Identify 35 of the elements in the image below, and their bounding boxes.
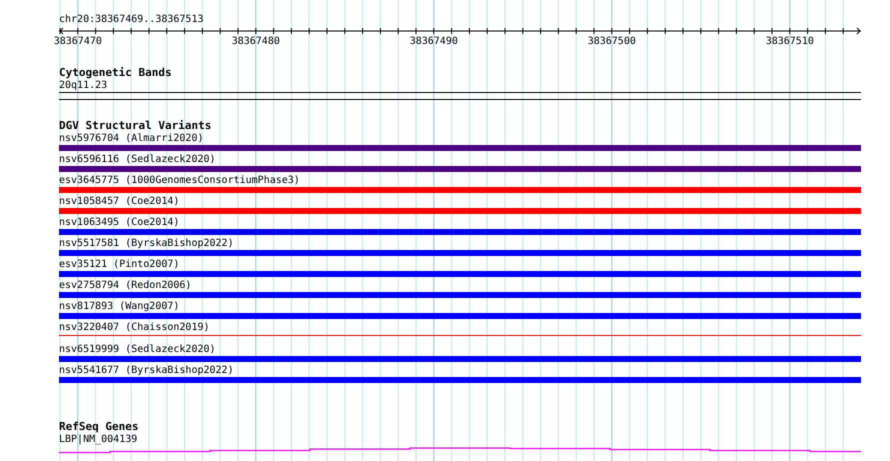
gene-label[interactable]: LBP|NM_004139 [59,433,138,446]
variant-bar[interactable] [59,145,861,151]
variant-bar[interactable] [59,356,861,362]
variant-bar[interactable] [59,208,861,214]
variant-bar[interactable] [59,250,861,256]
variant-bar[interactable] [59,187,861,193]
variant-label[interactable]: nsv817893 (Wang2007) [59,300,180,313]
variant-label[interactable]: nsv6596116 (Sedlazeck2020) [59,153,216,166]
variant-label[interactable]: esv3645775 (1000GenomesConsortiumPhase3) [59,174,300,187]
variant-label[interactable]: esv2758794 (Redon2006) [59,279,192,292]
tick-label: 38367470 [54,36,102,47]
tick-label: 38367490 [410,36,458,47]
track-title: DGV Structural Variants [59,119,212,132]
variant-label[interactable]: nsv5517581 (ByrskaBishop2022) [59,237,234,250]
variant-bar[interactable] [59,271,861,277]
tick-label: 38367500 [588,36,636,47]
variant-label[interactable]: nsv1058457 (Coe2014) [59,195,180,208]
region-coordinates: chr20:38367469..38367513 [59,13,204,26]
gene-line[interactable] [59,447,861,454]
variant-bar[interactable] [59,229,861,235]
variant-bar[interactable] [59,377,861,383]
variant-bar[interactable] [59,292,861,298]
variant-label[interactable]: nsv1063495 (Coe2014) [59,216,180,229]
variant-label[interactable]: esv35121 (Pinto2007) [59,258,180,271]
tick-label: 38367480 [232,36,280,47]
variant-label[interactable]: nsv6519999 (Sedlazeck2020) [59,343,216,356]
band-label: 20q11.23 [59,79,108,92]
variant-label[interactable]: nsv5541677 (ByrskaBishop2022) [59,364,234,377]
tick-label: 38367510 [766,36,814,47]
variant-label[interactable]: nsv3220407 (Chaisson2019) [59,321,210,334]
track-title: Cytogenetic Bands [59,66,172,79]
variant-label[interactable]: nsv5976704 (Almarri2020) [59,132,204,145]
track-title: RefSeq Genes [59,420,138,433]
variant-bar[interactable] [59,166,861,172]
variant-bar[interactable] [59,313,861,319]
